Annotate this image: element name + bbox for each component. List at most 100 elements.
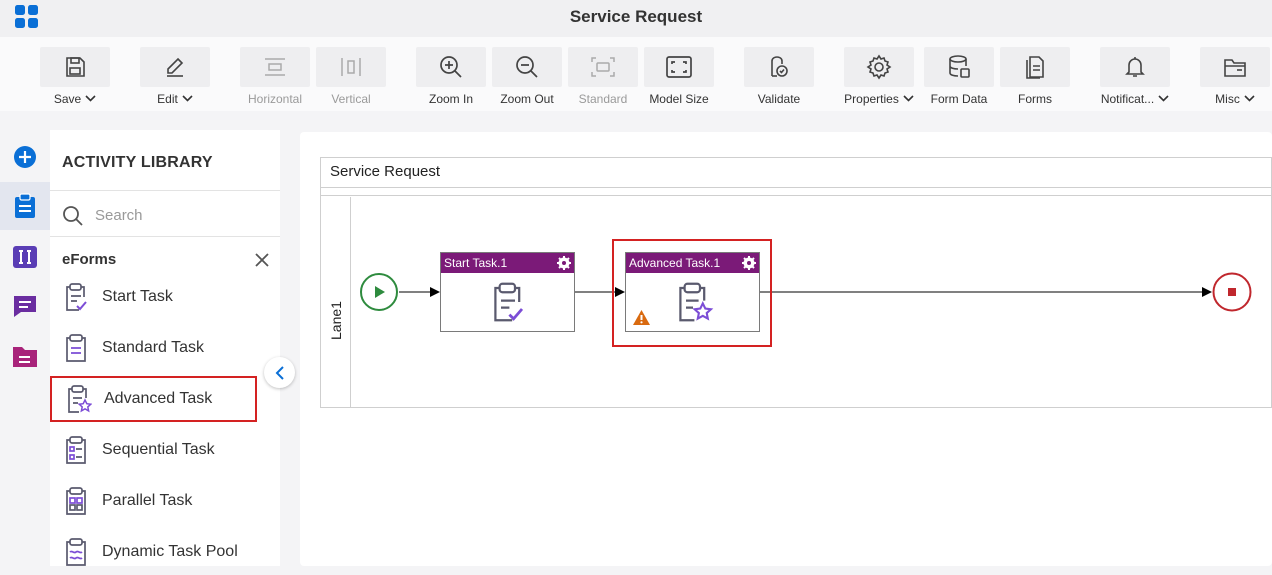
- start-task-icon: [493, 282, 523, 322]
- collapse-panel-button[interactable]: [264, 357, 295, 388]
- library-item-label: Sequential Task: [102, 441, 215, 458]
- folder-icon: [1224, 59, 1246, 77]
- vertical-button[interactable]: Vertical: [316, 47, 386, 109]
- model-size-label: Model Size: [649, 92, 709, 106]
- divider: [50, 236, 280, 237]
- zoom-in-button[interactable]: Zoom In: [416, 47, 486, 109]
- library-item-dynamic-task-pool[interactable]: Dynamic Task Pool: [50, 529, 257, 575]
- start-task-node[interactable]: Start Task.1: [440, 252, 575, 332]
- chat-icon: [14, 296, 36, 317]
- library-item-parallel-task[interactable]: Parallel Task: [50, 478, 257, 524]
- section-title-eforms: eForms: [62, 251, 117, 268]
- gear-icon[interactable]: [557, 256, 571, 270]
- bell-icon: [1125, 57, 1145, 77]
- edit-button[interactable]: Edit: [140, 47, 210, 109]
- warning-icon[interactable]: [632, 309, 651, 326]
- library-item-label: Parallel Task: [102, 492, 193, 509]
- misc-button[interactable]: Misc: [1200, 47, 1270, 109]
- form-data-label: Form Data: [930, 92, 988, 106]
- library-item-advanced-task[interactable]: Advanced Task: [50, 376, 257, 422]
- edit-label: Edit: [157, 92, 178, 106]
- standard-size-icon: [591, 57, 615, 77]
- zoom-out-icon: [516, 56, 538, 78]
- clipboard-icon: [15, 193, 35, 218]
- search-icon: [63, 206, 83, 226]
- library-item-standard-task[interactable]: Standard Task: [50, 325, 257, 371]
- dynamic-task-pool-icon: [66, 538, 86, 566]
- add-icon: [14, 146, 36, 168]
- rail-text-button[interactable]: [0, 233, 50, 281]
- standard-task-icon: [66, 334, 86, 362]
- form-data-button[interactable]: Form Data: [924, 47, 994, 109]
- start-task-icon: [66, 283, 87, 311]
- task-title: Advanced Task.1: [629, 256, 721, 270]
- search-input[interactable]: Search: [95, 207, 143, 224]
- horizontal-label: Horizontal: [247, 92, 303, 106]
- standard-label: Standard: [578, 92, 628, 106]
- divider: [50, 190, 280, 191]
- horizontal-button[interactable]: Horizontal: [240, 47, 310, 109]
- stop-icon: [1228, 288, 1236, 296]
- fit-screen-icon: [666, 56, 692, 78]
- horizontal-layout-icon: [265, 58, 285, 76]
- toolbar: Save Edit Horizontal Vertical Zoom In Zo…: [0, 37, 1272, 111]
- rail-add-button[interactable]: [0, 133, 50, 181]
- library-title: ACTIVITY LIBRARY: [62, 154, 213, 171]
- task-title: Start Task.1: [444, 256, 508, 270]
- save-label: Save: [53, 92, 82, 106]
- save-icon: [66, 57, 85, 77]
- close-icon[interactable]: [254, 252, 270, 268]
- library-item-label: Standard Task: [102, 339, 204, 356]
- database-icon: [949, 55, 970, 78]
- advanced-task-node[interactable]: Advanced Task.1: [625, 252, 760, 332]
- library-item-label: Advanced Task: [104, 390, 213, 407]
- zoom-out-label: Zoom Out: [500, 92, 554, 106]
- advanced-task-icon: [678, 282, 713, 322]
- forms-icon: [1026, 56, 1044, 79]
- vertical-label: Vertical: [331, 92, 371, 106]
- activity-library-panel: ACTIVITY LIBRARY Search eForms Start Tas…: [50, 130, 280, 566]
- notifications-button[interactable]: Notificat...: [1100, 47, 1170, 109]
- model-size-button[interactable]: Model Size: [644, 47, 714, 109]
- chevron-down-icon: [903, 95, 914, 102]
- validate-icon: [771, 56, 788, 77]
- end-event[interactable]: [1211, 272, 1253, 314]
- gear-icon: [866, 54, 892, 80]
- parallel-task-icon: [66, 487, 86, 515]
- forms-button[interactable]: Forms: [1000, 47, 1070, 109]
- rail-chat-button[interactable]: [0, 282, 50, 330]
- library-item-start-task[interactable]: Start Task: [50, 274, 257, 320]
- page-title: Service Request: [569, 7, 703, 26]
- library-item-label: Start Task: [102, 288, 173, 305]
- rail-folder-button[interactable]: [0, 332, 50, 380]
- forms-label: Forms: [1018, 92, 1052, 106]
- chevron-down-icon: [182, 95, 193, 102]
- validate-button[interactable]: Validate: [744, 47, 814, 109]
- advanced-task-icon: [68, 385, 92, 413]
- folder-icon: [13, 347, 37, 367]
- title-bar: Service Request: [0, 0, 1272, 37]
- library-item-sequential-task[interactable]: Sequential Task: [50, 427, 257, 473]
- zoom-in-icon: [440, 56, 462, 78]
- left-rail: [0, 130, 50, 566]
- sequential-task-icon: [66, 436, 86, 464]
- validate-label: Validate: [757, 92, 801, 106]
- zoom-out-button[interactable]: Zoom Out: [492, 47, 562, 109]
- library-item-label: Dynamic Task Pool: [102, 543, 238, 560]
- text-cursor-icon: [13, 246, 37, 268]
- misc-label: Misc: [1215, 92, 1240, 106]
- save-button[interactable]: Save: [40, 47, 110, 109]
- properties-label: Properties: [844, 92, 899, 106]
- gear-icon[interactable]: [742, 256, 756, 270]
- notifications-label: Notificat...: [1100, 92, 1155, 106]
- chevron-down-icon: [1244, 95, 1255, 102]
- chevron-down-icon: [1158, 95, 1169, 102]
- properties-button[interactable]: Properties: [844, 47, 914, 109]
- process-canvas[interactable]: Service Request Lane1 Start Task.1 Advan…: [300, 132, 1272, 566]
- chevron-left-icon: [275, 365, 284, 380]
- start-event[interactable]: [359, 272, 400, 313]
- standard-button[interactable]: Standard: [568, 47, 638, 109]
- chevron-down-icon: [85, 95, 96, 102]
- vertical-layout-icon: [341, 58, 361, 76]
- rail-activity-library-button[interactable]: [0, 182, 50, 230]
